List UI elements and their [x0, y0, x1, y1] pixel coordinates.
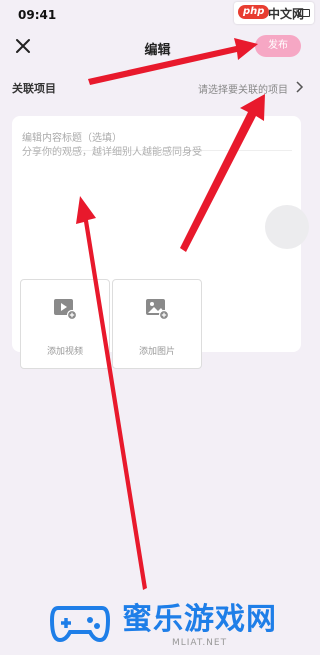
- site-badge: php 中文网: [234, 2, 314, 24]
- watermark-title: 蜜乐游戏网: [122, 602, 277, 637]
- watermark-url: MLIAT.NET: [172, 638, 228, 648]
- add-video-icon: [54, 299, 77, 320]
- content-textarea[interactable]: [22, 143, 292, 223]
- associate-project-label: 关联项目: [12, 82, 56, 95]
- watermark: 蜜乐游戏网 MLIAT.NET: [40, 592, 312, 652]
- top-bar: 编辑 发布: [0, 30, 315, 64]
- add-image-button[interactable]: 添加图片: [112, 279, 202, 369]
- add-video-button[interactable]: 添加视频: [20, 279, 110, 369]
- status-bar: 09:41 php 中文网: [0, 0, 315, 28]
- site-badge-php: php: [238, 5, 270, 19]
- status-time: 09:41: [18, 8, 57, 22]
- add-video-label: 添加视频: [46, 347, 83, 357]
- gamepad-logo-icon: [49, 606, 111, 643]
- associate-project-row[interactable]: 关联项目 请选择要关联的项目: [12, 78, 304, 98]
- add-image-label: 添加图片: [138, 347, 175, 357]
- publish-button[interactable]: 发布: [255, 35, 301, 57]
- associate-project-hint: 请选择要关联的项目: [198, 85, 288, 96]
- chevron-right-icon: [296, 81, 304, 93]
- battery-icon: [298, 9, 310, 17]
- floating-circle-button[interactable]: [265, 205, 309, 249]
- add-image-icon: [146, 299, 169, 320]
